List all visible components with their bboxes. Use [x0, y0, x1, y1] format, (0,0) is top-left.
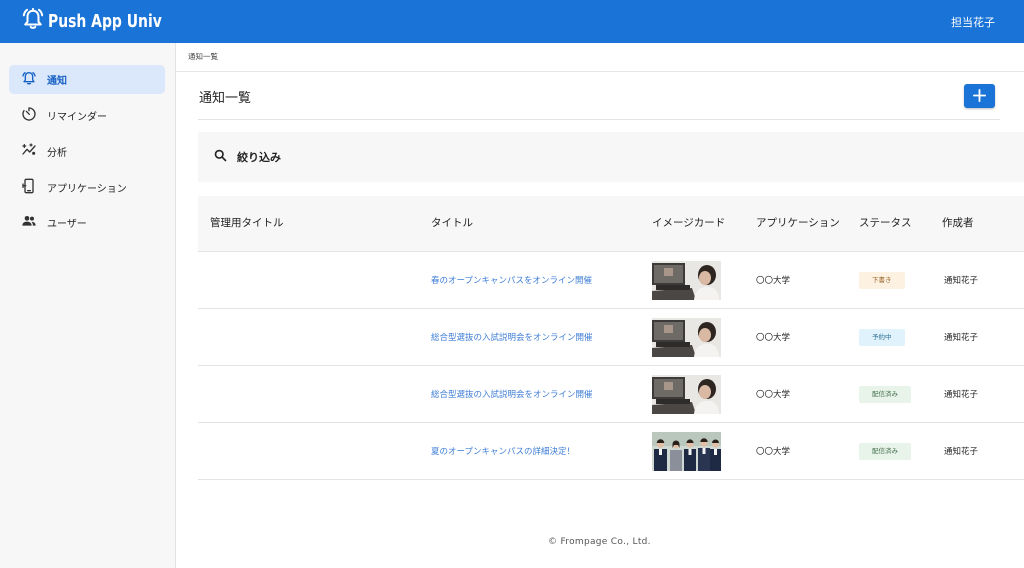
status-badge: 予約中: [859, 328, 905, 346]
table-row[interactable]: 夏のオープンキャンパスの詳細決定！ 〇〇大学 配信済み 通知花子: [198, 423, 1024, 480]
status-badge: 配信済み: [859, 442, 911, 460]
notification-title-link[interactable]: 総合型選抜の入試説明会をオンライン開催: [431, 388, 593, 400]
column-header-image-card[interactable]: イメージカード: [652, 196, 725, 251]
phone-app-icon: [21, 178, 37, 198]
brand[interactable]: Push App Univ: [22, 7, 180, 35]
online-class-photo: [652, 260, 721, 300]
sidebar-item-notifications[interactable]: 通知: [9, 65, 165, 94]
notification-title-link[interactable]: 春のオープンキャンパスをオンライン開催: [431, 274, 592, 286]
current-user-name[interactable]: 担当花子: [951, 14, 995, 30]
application-name: 〇〇大学: [756, 447, 791, 457]
sidebar-item-reminders[interactable]: リマインダー: [9, 101, 165, 130]
sidebar-item-label: リマインダー: [47, 112, 107, 123]
main-content: 通知一覧 通知一覧 絞り込み 管理用タイトル タイトル イメージカード アプリケ…: [176, 43, 1024, 568]
author-name: 通知花子: [944, 390, 979, 400]
author-name: 通知花子: [944, 333, 979, 343]
add-notification-button[interactable]: [964, 84, 995, 108]
notification-title-link[interactable]: 総合型選抜の入試説明会をオンライン開催: [431, 331, 593, 343]
sidebar-item-label: 通知: [47, 76, 67, 87]
table-header: 管理用タイトル タイトル イメージカード アプリケーション ステータス 作成者: [198, 196, 1024, 252]
timer-icon: [21, 106, 37, 126]
sidebar-item-label: アプリケーション: [47, 184, 127, 195]
table-row[interactable]: 総合型選抜の入試説明会をオンライン開催 〇〇大学 予約中 通知花子: [198, 309, 1024, 366]
notifications-table: 管理用タイトル タイトル イメージカード アプリケーション ステータス 作成者 …: [198, 196, 1024, 480]
column-header-status[interactable]: ステータス: [859, 196, 912, 251]
sidebar: 通知 リマインダー 分析 アプリケーション ユーザー: [0, 43, 176, 568]
sidebar-item-applications[interactable]: アプリケーション: [9, 173, 165, 202]
sidebar-item-label: 分析: [47, 148, 67, 159]
title-divider: [198, 119, 1000, 120]
top-app-bar: Push App Univ 担当花子: [0, 0, 1024, 43]
column-header-admin-title[interactable]: 管理用タイトル: [210, 196, 284, 251]
page-title: 通知一覧: [199, 91, 252, 106]
application-name: 〇〇大学: [756, 333, 791, 343]
breadcrumb[interactable]: 通知一覧: [188, 51, 218, 62]
analytics-icon: [21, 142, 37, 162]
application-name: 〇〇大学: [756, 276, 791, 286]
filter-label: 絞り込み: [237, 151, 281, 164]
online-class-photo: [652, 317, 721, 357]
sidebar-item-users[interactable]: ユーザー: [9, 208, 165, 237]
table-row[interactable]: 春のオープンキャンパスをオンライン開催 〇〇大学 下書き 通知花子: [198, 252, 1024, 309]
table-row[interactable]: 総合型選抜の入試説明会をオンライン開催 〇〇大学 配信済み 通知花子: [198, 366, 1024, 423]
application-name: 〇〇大学: [756, 390, 791, 400]
students-group-photo: [652, 431, 721, 471]
notification-title-link[interactable]: 夏のオープンキャンパスの詳細決定！: [431, 445, 575, 457]
status-badge: 配信済み: [859, 385, 911, 403]
author-name: 通知花子: [944, 447, 979, 457]
footer-copyright: © Frompage Co., Ltd.: [548, 537, 651, 547]
online-class-photo: [652, 374, 721, 414]
search-icon: [213, 148, 228, 167]
app-name: Push App Univ: [48, 10, 162, 32]
status-badge: 下書き: [859, 271, 905, 289]
bell-logo-icon: [22, 7, 44, 35]
sidebar-item-analytics[interactable]: 分析: [9, 137, 165, 166]
author-name: 通知花子: [944, 276, 979, 286]
users-icon: [21, 213, 37, 233]
sidebar-item-label: ユーザー: [47, 219, 87, 230]
column-header-author[interactable]: 作成者: [942, 196, 974, 251]
breadcrumb-divider: [176, 71, 1024, 72]
plus-icon: [973, 87, 986, 106]
filter-toggle[interactable]: 絞り込み: [198, 132, 1024, 182]
column-header-title[interactable]: タイトル: [431, 196, 473, 251]
bell-icon: [21, 70, 37, 90]
column-header-application[interactable]: アプリケーション: [756, 196, 840, 251]
